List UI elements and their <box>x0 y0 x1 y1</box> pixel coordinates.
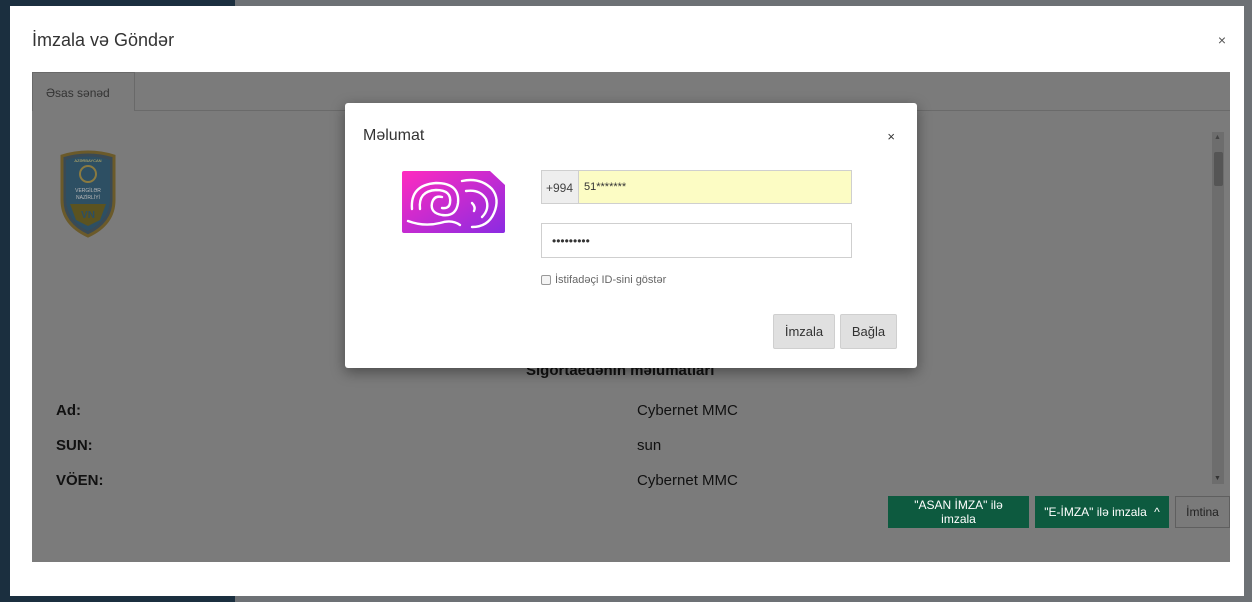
dialog-header: İmzala və Göndər × <box>10 6 1244 72</box>
cancel-button[interactable]: İmtina <box>1175 496 1230 528</box>
e-imza-label: "E-İMZA" ilə imzala <box>1044 505 1147 519</box>
phone-number-input[interactable] <box>579 171 851 203</box>
asan-sign-button[interactable]: "ASAN İMZA" ilə imzala <box>888 496 1029 528</box>
info-value: Cybernet MMC <box>637 472 738 489</box>
e-imza-sign-button[interactable]: "E-İMZA" ilə imzala ^ <box>1035 496 1169 528</box>
svg-text:AZƏRBAYCAN: AZƏRBAYCAN <box>74 158 101 163</box>
modal-close-button[interactable]: × <box>887 129 895 144</box>
info-row-name: Ad: Cybernet MMC <box>56 402 1156 424</box>
sim-card-logo-icon <box>402 171 505 233</box>
info-row-sun: SUN: sun <box>56 437 1156 459</box>
scroll-down-arrow-icon[interactable]: ▼ <box>1214 475 1221 482</box>
show-user-id-label: İstifadəçi ID-sini göstər <box>555 274 667 286</box>
close-button[interactable]: Bağla <box>840 314 897 349</box>
scroll-thumb[interactable] <box>1214 152 1223 186</box>
chevron-up-icon: ^ <box>1154 505 1160 519</box>
phone-input-group: +994 <box>541 170 852 204</box>
svg-text:VN: VN <box>81 210 95 221</box>
info-value: Cybernet MMC <box>637 402 738 419</box>
info-modal: Məlumat × +994 İstifadəçi ID-sini göstər… <box>345 103 917 368</box>
sign-button[interactable]: İmzala <box>773 314 835 349</box>
phone-prefix: +994 <box>542 171 579 203</box>
tab-main-document[interactable]: Əsas sənəd <box>32 72 135 111</box>
dialog-title: İmzala və Göndər <box>32 30 175 50</box>
show-user-id-checkbox[interactable] <box>541 275 551 285</box>
info-value: sun <box>637 437 662 454</box>
show-user-id-checkbox-row[interactable]: İstifadəçi ID-sini göstər <box>541 274 666 286</box>
modal-title: Məlumat <box>363 127 425 144</box>
user-id-password-input[interactable] <box>541 223 852 258</box>
document-scrollbar[interactable]: ▲ ▼ <box>1212 132 1224 484</box>
info-label: Ad: <box>56 402 81 419</box>
svg-text:VERGİLƏR: VERGİLƏR <box>75 187 101 194</box>
info-row-voen: VÖEN: Cybernet MMC <box>56 472 1156 494</box>
dialog-close-button[interactable]: × <box>1218 32 1226 48</box>
tax-ministry-emblem: AZƏRBAYCAN VERGİLƏR NAZİRLİYİ VN <box>60 150 116 238</box>
svg-text:NAZİRLİYİ: NAZİRLİYİ <box>76 194 100 201</box>
info-label: VÖEN: <box>56 472 104 489</box>
scroll-up-arrow-icon[interactable]: ▲ <box>1214 134 1221 141</box>
info-label: SUN: <box>56 437 93 454</box>
